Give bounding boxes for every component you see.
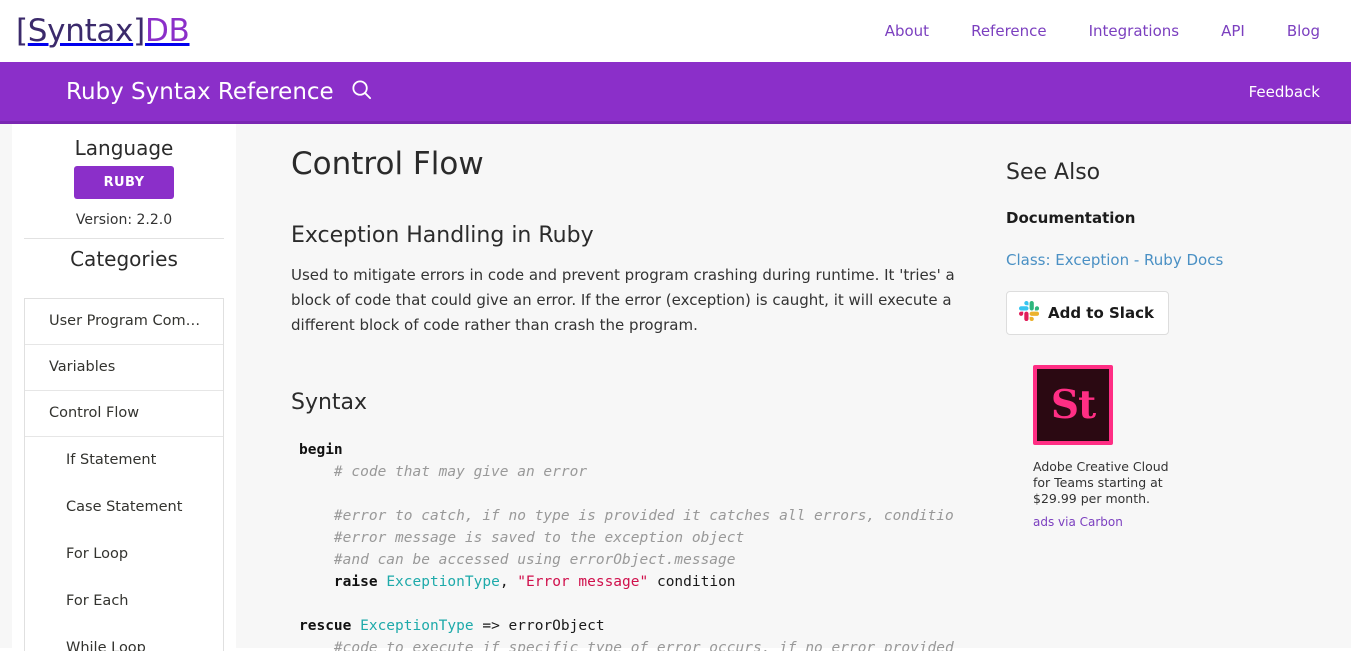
language-button-ruby[interactable]: RUBY <box>73 166 175 199</box>
slack-button-row: Add to Slack <box>1006 269 1351 335</box>
syntax-heading: Syntax <box>291 390 368 415</box>
add-to-slack-label: Add to Slack <box>1048 304 1154 322</box>
code-token-type: ExceptionType <box>360 618 474 634</box>
top-navbar: [Syntax]DB About Reference Integrations … <box>0 0 1351 62</box>
version-label: Version: 2.2.0 <box>75 212 173 228</box>
code-token-cmt: #error to catch, if no type is provided … <box>333 508 954 524</box>
code-token-kw: rescue <box>299 618 361 634</box>
slack-icon <box>1019 301 1040 325</box>
category-list: User Program Communi... Variables Contro… <box>24 298 224 651</box>
sidebar-item-user-program-communication[interactable]: User Program Communi... <box>25 299 223 345</box>
logo-name: Syntax <box>27 12 134 49</box>
logo-suffix: DB <box>144 12 190 49</box>
left-sidebar: Language RUBY Version: 2.2.0 Categories … <box>12 124 236 651</box>
feedback-link[interactable]: Feedback <box>1249 83 1320 101</box>
nav-link-integrations[interactable]: Integrations <box>1089 22 1179 40</box>
page-title: Control Flow <box>291 146 484 182</box>
sidebar-item-while-loop[interactable]: While Loop <box>25 625 223 651</box>
nav-link-about[interactable]: About <box>885 22 929 40</box>
banner-left-group: Ruby Syntax Reference <box>0 78 373 105</box>
nav-link-blog[interactable]: Blog <box>1287 22 1320 40</box>
ad-text: Adobe Creative Cloud for Teams starting … <box>1033 459 1169 506</box>
article-column: Control Flow Exception Handling in Ruby … <box>291 142 991 651</box>
article-description: Used to mitigate errors in code and prev… <box>291 266 955 334</box>
site-logo[interactable]: [Syntax]DB <box>16 12 190 49</box>
main-content: Control Flow Exception Handling in Ruby … <box>236 124 1351 651</box>
carbon-ad[interactable]: St Adobe Creative Cloud for Teams starti… <box>1033 365 1243 530</box>
sidebar-item-if-statement[interactable]: If Statement <box>25 437 223 484</box>
categories-heading: Categories <box>70 247 178 271</box>
documentation-label: Documentation <box>1006 209 1136 227</box>
language-button-wrap: RUBY <box>12 166 236 199</box>
page-banner: Ruby Syntax Reference Feedback <box>0 62 1351 124</box>
code-token-kw: begin <box>299 442 343 458</box>
sidebar-item-for-each[interactable]: For Each <box>25 578 223 625</box>
add-to-slack-button[interactable]: Add to Slack <box>1006 291 1169 335</box>
search-icon[interactable] <box>350 78 373 105</box>
code-token-cmt: #code to execute if specific type of err… <box>333 640 954 651</box>
see-also-heading: See Also <box>1006 160 1101 185</box>
nav-link-reference[interactable]: Reference <box>971 22 1047 40</box>
article-subtitle: Exception Handling in Ruby <box>291 223 594 248</box>
code-token-kw: raise <box>333 574 387 590</box>
content-columns: Control Flow Exception Handling in Ruby … <box>291 142 1351 651</box>
banner-title: Ruby Syntax Reference <box>66 78 334 105</box>
logo-bracket-open: [ <box>16 12 28 49</box>
adobe-stock-logo-icon[interactable]: St <box>1033 365 1113 445</box>
nav-link-api[interactable]: API <box>1221 22 1245 40</box>
documentation-link[interactable]: Class: Exception - Ruby Docs <box>1006 251 1223 269</box>
sidebar-item-for-loop[interactable]: For Loop <box>25 531 223 578</box>
ad-credit-link[interactable]: ads via Carbon <box>1033 515 1123 529</box>
syntax-code-block: begin # code that may give an error #err… <box>291 439 983 651</box>
page-body: Language RUBY Version: 2.2.0 Categories … <box>0 124 1351 651</box>
sidebar-item-control-flow[interactable]: Control Flow <box>25 391 223 437</box>
main-nav: About Reference Integrations API Blog <box>885 22 1320 40</box>
code-token-str: "Error message" <box>517 574 649 590</box>
language-heading: Language <box>74 136 174 160</box>
code-token-cmt: #error message is saved to the exception… <box>333 530 745 546</box>
code-token-type: ExceptionType <box>386 574 500 590</box>
code-token-cmt: #and can be accessed using errorObject.m… <box>333 552 736 568</box>
code-token-cmt: # code that may give an error <box>333 464 588 480</box>
right-rail: See Also Documentation Class: Exception … <box>991 142 1351 651</box>
logo-bracket-close: ] <box>133 12 145 49</box>
sidebar-item-case-statement[interactable]: Case Statement <box>25 484 223 531</box>
sidebar-item-variables[interactable]: Variables <box>25 345 223 391</box>
